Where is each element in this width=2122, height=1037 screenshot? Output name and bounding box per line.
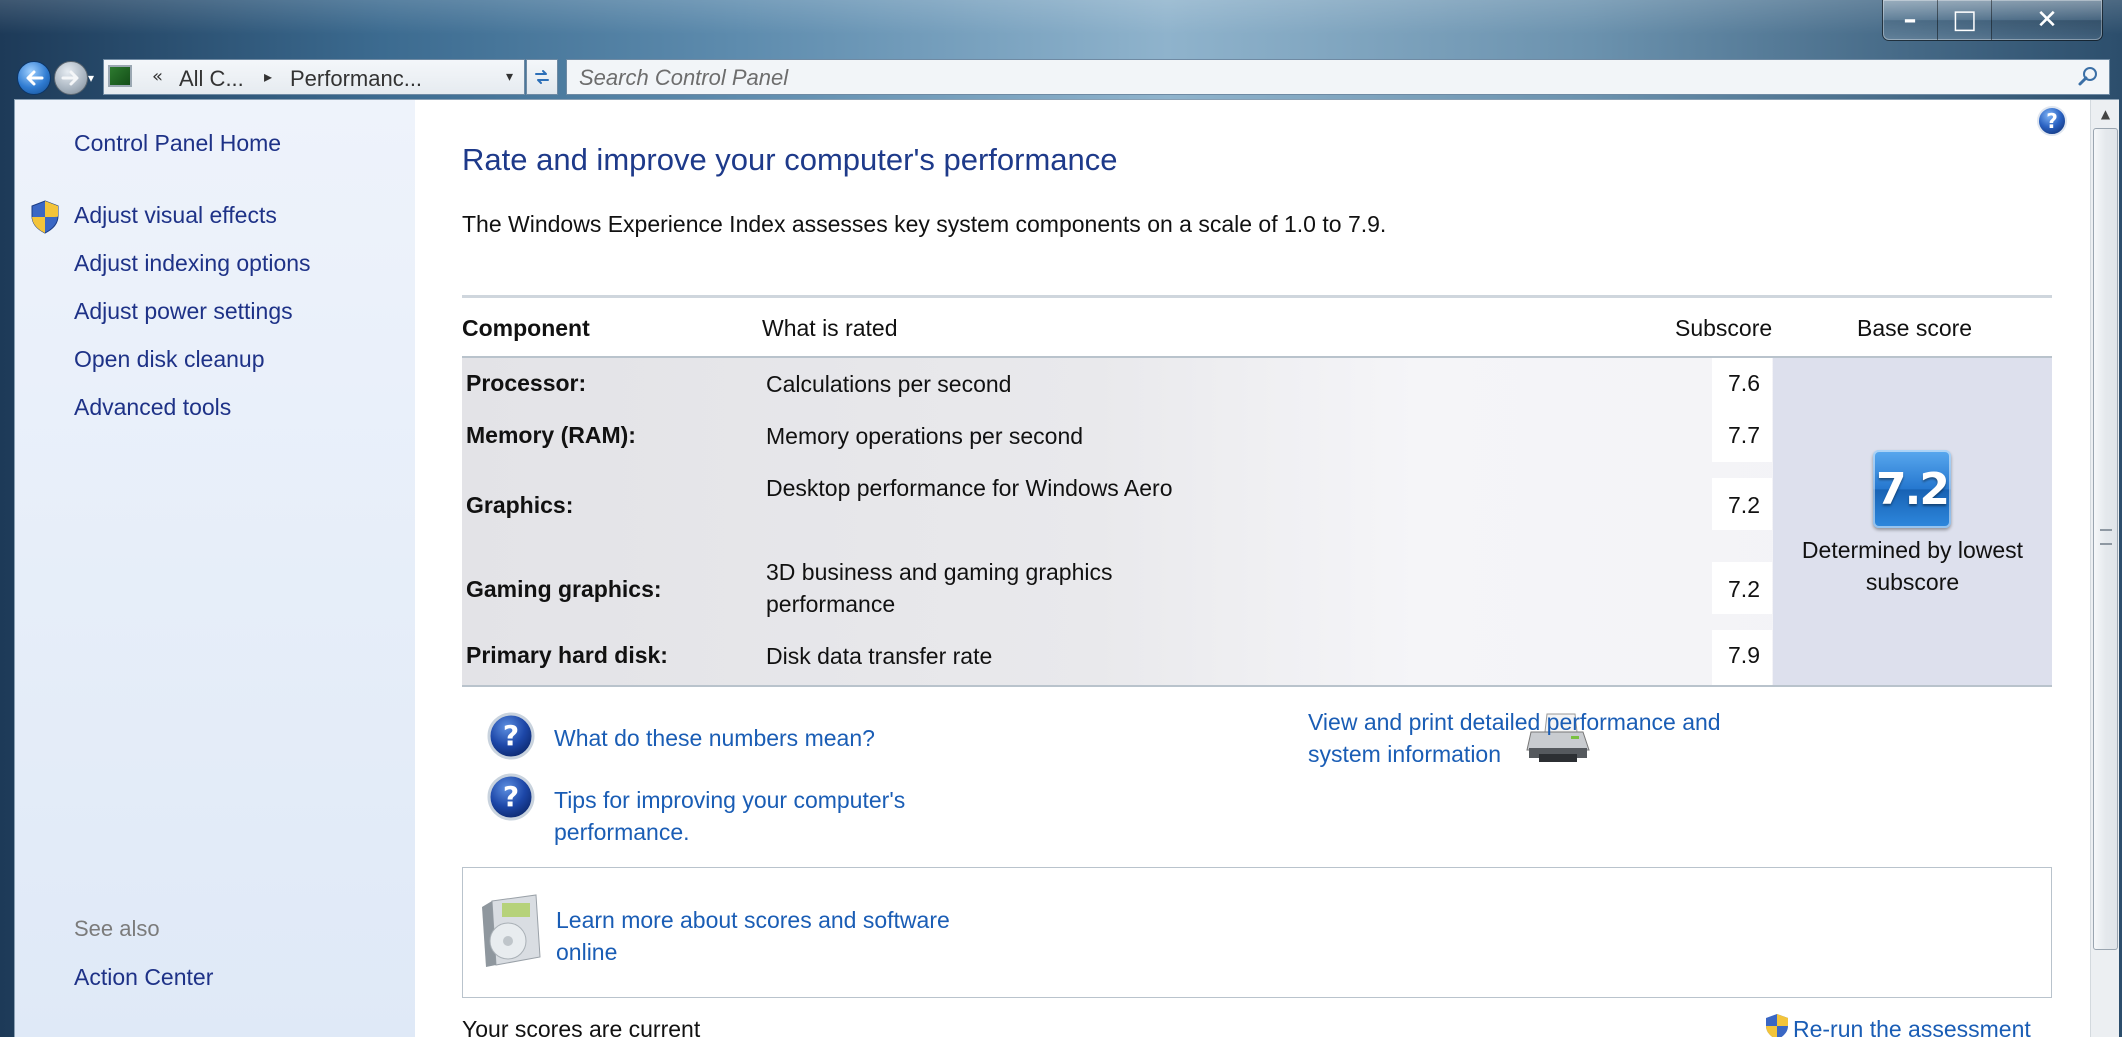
maximize-button[interactable]: □: [1938, 0, 1992, 40]
close-button[interactable]: ✕: [1992, 0, 2102, 40]
client-area: Control Panel Home Adjust visual effects…: [14, 99, 2119, 1037]
back-arrow-icon[interactable]: [17, 61, 51, 95]
scrollbar-thumb[interactable]: [2093, 128, 2118, 950]
navigation-bar: ▾ « All C... ▸ Performanc... ▾: [0, 57, 2122, 99]
header-component: Component: [462, 315, 590, 341]
row-subscore: 7.2: [1728, 492, 1760, 518]
base-score-caption: Determined by lowest subscore: [1801, 537, 2024, 595]
scroll-up-arrow-icon[interactable]: ▲: [2091, 100, 2119, 128]
table-row: Processor: Calculations per second 7.6: [462, 358, 1772, 410]
help-icon[interactable]: ?: [2036, 105, 2068, 137]
control-panel-icon: [108, 65, 132, 87]
base-score-badge: 7.2: [1873, 450, 1951, 528]
search-box: [566, 59, 2110, 95]
learn-more-box: Learn more about scores and software onl…: [462, 867, 2052, 998]
search-input[interactable]: [577, 64, 2061, 92]
row-component: Memory (RAM):: [466, 422, 636, 448]
sidebar-item-advanced-tools[interactable]: Advanced tools: [74, 394, 231, 421]
sidebar-item-adjust-visual-effects[interactable]: Adjust visual effects: [74, 202, 277, 229]
page-title: Rate and improve your computer's perform…: [462, 142, 1118, 177]
sidebar-item-control-panel-home[interactable]: Control Panel Home: [74, 130, 281, 157]
question-mark-icon: ?: [487, 773, 535, 821]
row-subscore: 7.2: [1728, 576, 1760, 602]
svg-text:?: ?: [503, 780, 519, 813]
header-subscore: Subscore: [1675, 315, 1773, 341]
link-tips-improving-performance[interactable]: Tips for improving your computer's perfo…: [554, 784, 954, 848]
link-view-print-details[interactable]: View and print detailed performance and …: [1308, 706, 1788, 770]
base-score-panel: 7.2 Determined by lowest subscore: [1773, 358, 2052, 685]
breadcrumb-all-control-panel[interactable]: All C...: [179, 66, 244, 92]
caption-buttons: – □ ✕: [1882, 0, 2103, 41]
header-base-score: Base score: [1857, 315, 1973, 341]
forward-arrow-icon[interactable]: [54, 61, 88, 95]
rerun-assessment-link[interactable]: Re-run the assessment: [1793, 1016, 2031, 1037]
row-component: Primary hard disk:: [466, 642, 668, 668]
link-learn-more-online[interactable]: Learn more about scores and software onl…: [556, 904, 996, 968]
table-row: Memory (RAM): Memory operations per seco…: [462, 410, 1772, 462]
refresh-button[interactable]: [526, 59, 558, 95]
refresh-icon: [535, 70, 549, 84]
table-row: Graphics: Desktop performance for Window…: [462, 462, 1772, 546]
row-what: Disk data transfer rate: [766, 643, 993, 669]
breadcrumb-performance[interactable]: Performanc...: [290, 66, 422, 92]
recent-pages-dropdown-icon[interactable]: ▾: [88, 71, 94, 85]
uac-shield-icon: [1766, 1014, 1788, 1037]
table-row: Primary hard disk: Disk data transfer ra…: [462, 630, 1772, 685]
row-subscore: 7.7: [1728, 422, 1760, 448]
row-what: 3D business and gaming graphics performa…: [766, 559, 1113, 617]
question-mark-icon: ?: [487, 712, 535, 760]
table-bottom-divider: [462, 685, 2052, 687]
table-row: Gaming graphics: 3D business and gaming …: [462, 546, 1772, 630]
row-component: Graphics:: [466, 492, 574, 518]
forward-arrow-glyph: [61, 70, 79, 86]
window: – □ ✕ ▾ « All C... ▸ Performanc... ▾ Sea…: [0, 0, 2122, 1037]
svg-text:?: ?: [503, 719, 519, 752]
scores-status: Your scores are current: [462, 1016, 701, 1037]
main-content: ? Rate and improve your computer's perfo…: [415, 100, 2095, 1037]
uac-shield-icon: [31, 200, 59, 234]
row-what: Memory operations per second: [766, 423, 1084, 449]
sidebar-item-open-disk-cleanup[interactable]: Open disk cleanup: [74, 346, 265, 373]
breadcrumb-separator-icon[interactable]: ▸: [264, 67, 272, 86]
link-what-do-numbers-mean[interactable]: What do these numbers mean?: [554, 722, 875, 754]
vertical-scrollbar[interactable]: ▲: [2090, 100, 2119, 1037]
sidebar-item-adjust-power-settings[interactable]: Adjust power settings: [74, 298, 293, 325]
title-bar: – □ ✕: [0, 0, 2122, 57]
row-subscore: 7.6: [1728, 370, 1760, 396]
sidebar-item-action-center[interactable]: Action Center: [74, 964, 213, 991]
row-component: Gaming graphics:: [466, 576, 662, 602]
row-what: Desktop performance for Windows Aero: [766, 475, 1173, 501]
row-component: Processor:: [466, 370, 587, 396]
scrollbar-grip: [2100, 529, 2112, 545]
header-what-is-rated: What is rated: [762, 315, 898, 341]
row-subscore: 7.9: [1728, 642, 1760, 668]
search-icon[interactable]: [2077, 65, 2101, 89]
page-intro: The Windows Experience Index assesses ke…: [462, 211, 1387, 237]
address-overflow-chevron[interactable]: «: [152, 66, 163, 87]
svg-text:?: ?: [2046, 109, 2058, 133]
address-dropdown-icon[interactable]: ▾: [506, 69, 513, 85]
back-arrow-glyph: [26, 70, 44, 86]
table-top-divider: [462, 295, 2052, 298]
row-what: Calculations per second: [766, 371, 1012, 397]
see-also-heading: See also: [74, 916, 160, 941]
sidebar-item-adjust-indexing-options[interactable]: Adjust indexing options: [74, 250, 311, 277]
software-box-icon: [482, 894, 541, 967]
sidebar: Control Panel Home Adjust visual effects…: [15, 100, 415, 1037]
address-bar[interactable]: « All C... ▸ Performanc... ▾: [103, 59, 525, 95]
minimize-button[interactable]: –: [1883, 0, 1938, 40]
